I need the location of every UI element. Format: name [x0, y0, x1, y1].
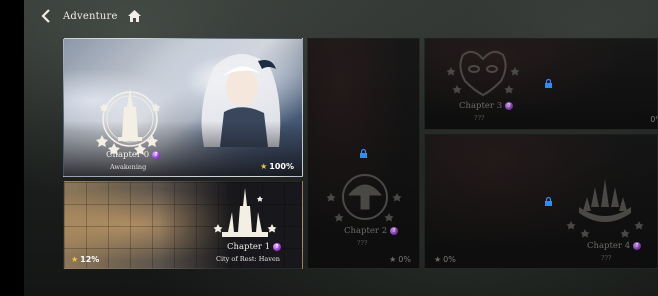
- purple-gem-icon: ?: [390, 227, 399, 235]
- chapter-card-0[interactable]: Chapter 0 ? Awakening ★ 100%: [63, 38, 303, 177]
- chapter-card-3[interactable]: Chapter 3 ? ??? 0%: [424, 38, 658, 130]
- star-icon: ★: [434, 255, 442, 264]
- screen-edge: [0, 0, 24, 296]
- star-icon: ★: [389, 255, 397, 264]
- mushroom-emblem-icon: [327, 174, 402, 222]
- chapter-progress: 0%: [650, 115, 657, 124]
- chapter-title: Chapter 2 ?: [344, 226, 399, 236]
- page-title: Adventure: [63, 10, 118, 22]
- star-icon: ★: [71, 255, 79, 264]
- purple-gem-icon: ?: [273, 243, 282, 251]
- purple-gem-icon: ?: [505, 102, 514, 110]
- purple-gem-icon: ?: [152, 151, 161, 159]
- chapter-subtitle: Awakening: [110, 163, 147, 171]
- lock-icon[interactable]: [544, 197, 553, 206]
- mask-emblem-icon: [446, 50, 520, 97]
- chapter-subtitle: City of Rest: Haven: [216, 255, 280, 263]
- chapter-progress: ★ 100%: [260, 162, 294, 171]
- chapter-progress: ★ 0%: [389, 255, 411, 264]
- header: Adventure: [38, 6, 143, 26]
- chapter-card-2[interactable]: Chapter 2 ? ??? ★ 0%: [307, 38, 420, 269]
- lock-icon[interactable]: [359, 149, 368, 158]
- chapter-card-1[interactable]: Chapter 1 ? City of Rest: Haven ★ 12%: [63, 181, 303, 269]
- chapter-card-4[interactable]: Chapter 4 ? ??? ★ 0%: [424, 134, 658, 269]
- chapter-title: Chapter 4 ?: [587, 241, 642, 251]
- chapter-title: Chapter 3 ?: [459, 101, 514, 111]
- spire-emblem-icon: [566, 179, 644, 238]
- tower-emblem-icon: [96, 89, 161, 155]
- chapter-progress: ★ 0%: [434, 255, 456, 264]
- chapter-title: Chapter 0 ?: [106, 150, 161, 160]
- chapter-title: Chapter 1 ?: [227, 242, 282, 252]
- star-icon: ★: [260, 162, 268, 171]
- chapter-subtitle: ???: [474, 114, 485, 122]
- home-button[interactable]: [127, 8, 143, 24]
- chevron-left-icon: [41, 9, 50, 23]
- chapter-subtitle: ???: [601, 254, 612, 262]
- city-emblem-icon: [213, 188, 277, 237]
- purple-gem-icon: ?: [633, 242, 642, 250]
- chapter-subtitle: ???: [357, 239, 368, 247]
- back-button[interactable]: [38, 7, 54, 25]
- chapter-progress: ★ 12%: [71, 255, 100, 264]
- lock-icon[interactable]: [544, 79, 553, 88]
- home-icon: [127, 10, 141, 22]
